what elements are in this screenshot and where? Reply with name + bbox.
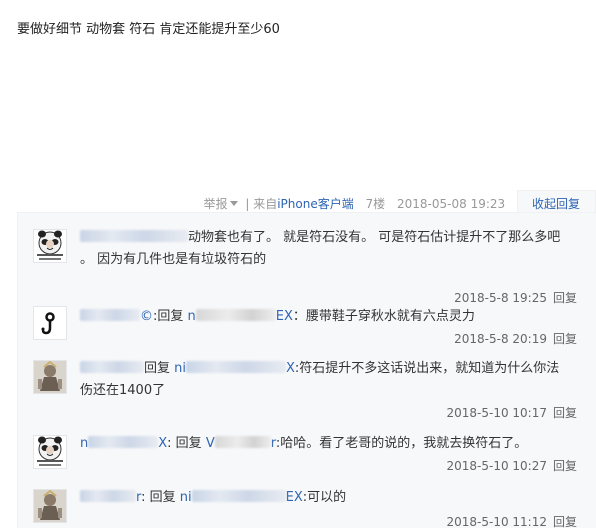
reply-button[interactable]: 回复 [553,406,577,420]
post-time: 2018-05-08 19:23 [397,196,506,211]
masked-username [214,436,271,448]
reply-content: 回复 ni X:符石提升不多这话说出来，就知道为什么你法 伤还在1400了 [80,361,560,398]
reply-time: 2018-5-10 10:27 [446,459,547,473]
reply-meta: 2018-5-10 10:27 回复 [446,457,577,474]
reply-text-line1: :符石提升不多这话说出来，就知道为什么你法 [294,361,560,376]
masked-username [80,361,144,373]
post-tail-bar: 举报 | 来自iPhone客户端 7楼 2018-05-08 19:23 收起回… [203,190,596,217]
reply-text-line1: 动物套也有了。 就是符石没有。 可是符石估计提升不了那么多吧 [188,230,561,245]
reply-text-line2: 伤还在1400了 [80,383,166,398]
reply-text-line1: ：腰带鞋子穿秋水就有六点灵力 [292,309,475,324]
panda-meme-icon [34,436,66,468]
reply-button[interactable]: 回复 [553,459,577,473]
reply-content: n X: 回复 Vr:哈哈。看了老哥的说的，我就去换符石了。 [80,436,528,451]
reply-author[interactable]: © [80,309,153,324]
masked-username [88,436,159,448]
reply-target[interactable]: n EX [188,309,293,324]
avatar[interactable] [33,306,67,340]
avatar[interactable] [33,229,67,263]
avatar[interactable] [33,489,67,523]
masked-username [186,361,287,373]
avatar[interactable] [33,360,67,394]
reply-author[interactable] [80,230,188,245]
reply-time: 2018-5-10 11:12 [446,515,547,529]
chevron-down-icon [230,201,239,206]
reply-target[interactable]: ni EX [180,490,303,505]
masked-username [80,490,136,502]
source-prefix: 来自 [253,197,278,211]
game-character-icon [34,361,66,393]
reply-meta: 2018-5-10 10:17 回复 [446,404,577,421]
masked-username [195,309,276,321]
reply-target[interactable]: Vr [206,436,276,451]
masked-username [80,309,140,321]
tail-separator: | [245,196,250,211]
reply-meta: 2018-5-10 11:12 回复 [446,513,577,530]
reply-meta: 2018-5-8 20:19 回复 [454,330,577,347]
reply-text-line1: :哈哈。看了老哥的说的，我就去换符石了。 [275,436,528,451]
reply-meta: 2018-5-8 19:25 回复 [454,289,577,306]
reply-content: ©:回复 n EX：腰带鞋子穿秋水就有六点灵力 [80,306,580,328]
reply-text-line1: :可以的 [302,490,347,505]
reply-button[interactable]: 回复 [553,332,577,346]
reply-time: 2018-5-8 19:25 [454,291,547,305]
source-client-link[interactable]: iPhone客户端 [277,195,354,212]
avatar[interactable] [33,435,67,469]
reply-author[interactable] [80,361,144,376]
reply-content: 动物套也有了。 就是符石没有。 可是符石估计提升不了那么多吧 。 因为有几件也是… [80,227,580,271]
reply-button[interactable]: 回复 [553,291,577,305]
reply-time: 2018-5-8 20:19 [454,332,547,346]
reply-button[interactable]: 回复 [553,515,577,529]
reply-author[interactable]: r [80,490,141,505]
reply-time: 2018-5-10 10:17 [446,406,547,420]
floor-number: 7楼 [365,197,386,211]
reply-text-line2: 。 因为有几件也是有垃圾符石的 [80,252,267,267]
report-link[interactable]: 举报 [203,195,241,212]
reply-target[interactable]: ni X [174,361,295,376]
masked-username [80,230,188,242]
reply-author[interactable]: nX [80,436,167,451]
game-character-icon [34,490,66,522]
panda-meme-icon [34,230,66,262]
masked-username [191,490,286,502]
reply-panel: 动物套也有了。 就是符石没有。 可是符石估计提升不了那么多吧 。 因为有几件也是… [17,212,596,530]
reply-content: r: 回复 ni EX:可以的 [80,487,580,509]
hook-symbol-icon [34,307,66,339]
post-body-text: 要做好细节 动物套 符石 肯定还能提升至少60 [17,22,280,37]
